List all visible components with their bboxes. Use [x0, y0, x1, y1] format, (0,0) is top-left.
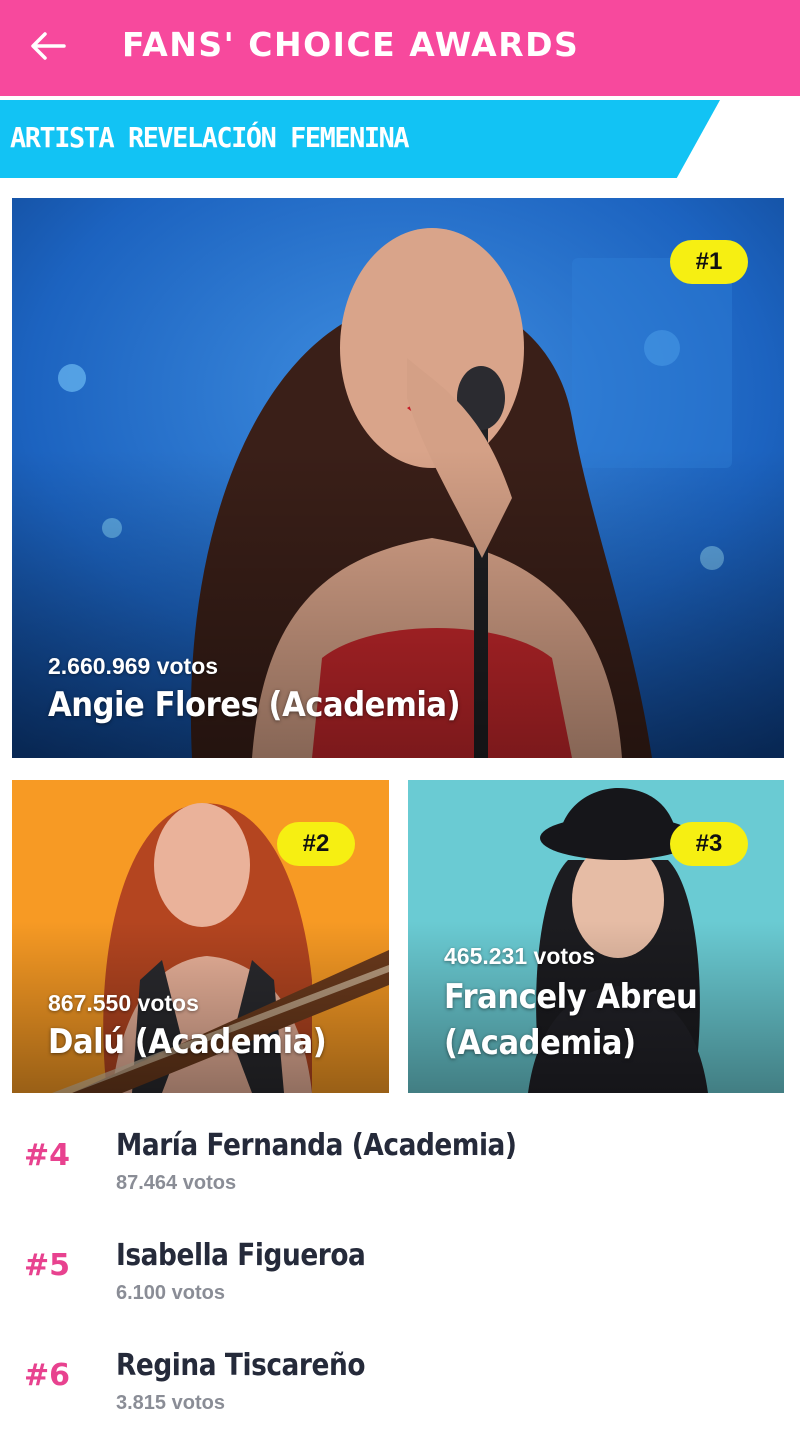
list-votes: 87.464 votos	[116, 1172, 237, 1194]
list-votes: 6.100 votos	[116, 1282, 225, 1304]
list-name: Isabella Figueroa	[116, 1238, 366, 1273]
list-item[interactable]: #4 María Fernanda (Academia) 87.464 voto…	[0, 1114, 800, 1214]
nominee-name-line-2: (Academia)	[444, 1023, 636, 1063]
nominee-name: Dalú (Academia)	[48, 1022, 327, 1062]
vote-count: 867.550 votos	[48, 990, 199, 1016]
back-button[interactable]	[22, 22, 74, 70]
rank-badge: #2	[277, 822, 355, 866]
list-name: María Fernanda (Academia)	[116, 1128, 517, 1163]
list-item[interactable]: #6 Regina Tiscareño 3.815 votos	[0, 1334, 800, 1434]
category-title: ARTISTA REVELACIÓN FEMENINA	[10, 121, 410, 154]
app-title: FANS' CHOICE AWARDS	[122, 25, 580, 64]
nominee-name: Angie Flores (Academia)	[48, 685, 461, 725]
rank-badge: #3	[670, 822, 748, 866]
list-rank: #6	[24, 1358, 71, 1393]
nominee-name-line-1: Francely Abreu	[444, 977, 698, 1017]
list-rank: #4	[24, 1138, 71, 1173]
nominee-card-1[interactable]: #1 2.660.969 votos Angie Flores (Academi…	[12, 198, 784, 758]
nominee-card-3[interactable]: #3 465.231 votos Francely Abreu (Academi…	[408, 780, 784, 1093]
arrow-left-icon	[31, 32, 66, 60]
nominee-card-2[interactable]: #2 867.550 votos Dalú (Academia)	[12, 780, 389, 1093]
rank-badge: #1	[670, 240, 748, 284]
list-rank: #5	[24, 1248, 71, 1283]
vote-count: 465.231 votos	[444, 943, 595, 969]
app-header: FANS' CHOICE AWARDS	[0, 0, 800, 96]
vote-count: 2.660.969 votos	[48, 653, 219, 679]
list-votes: 3.815 votos	[116, 1392, 225, 1414]
list-name: Regina Tiscareño	[116, 1348, 366, 1383]
category-banner: ARTISTA REVELACIÓN FEMENINA	[0, 100, 720, 178]
list-item[interactable]: #5 Isabella Figueroa 6.100 votos	[0, 1224, 800, 1324]
